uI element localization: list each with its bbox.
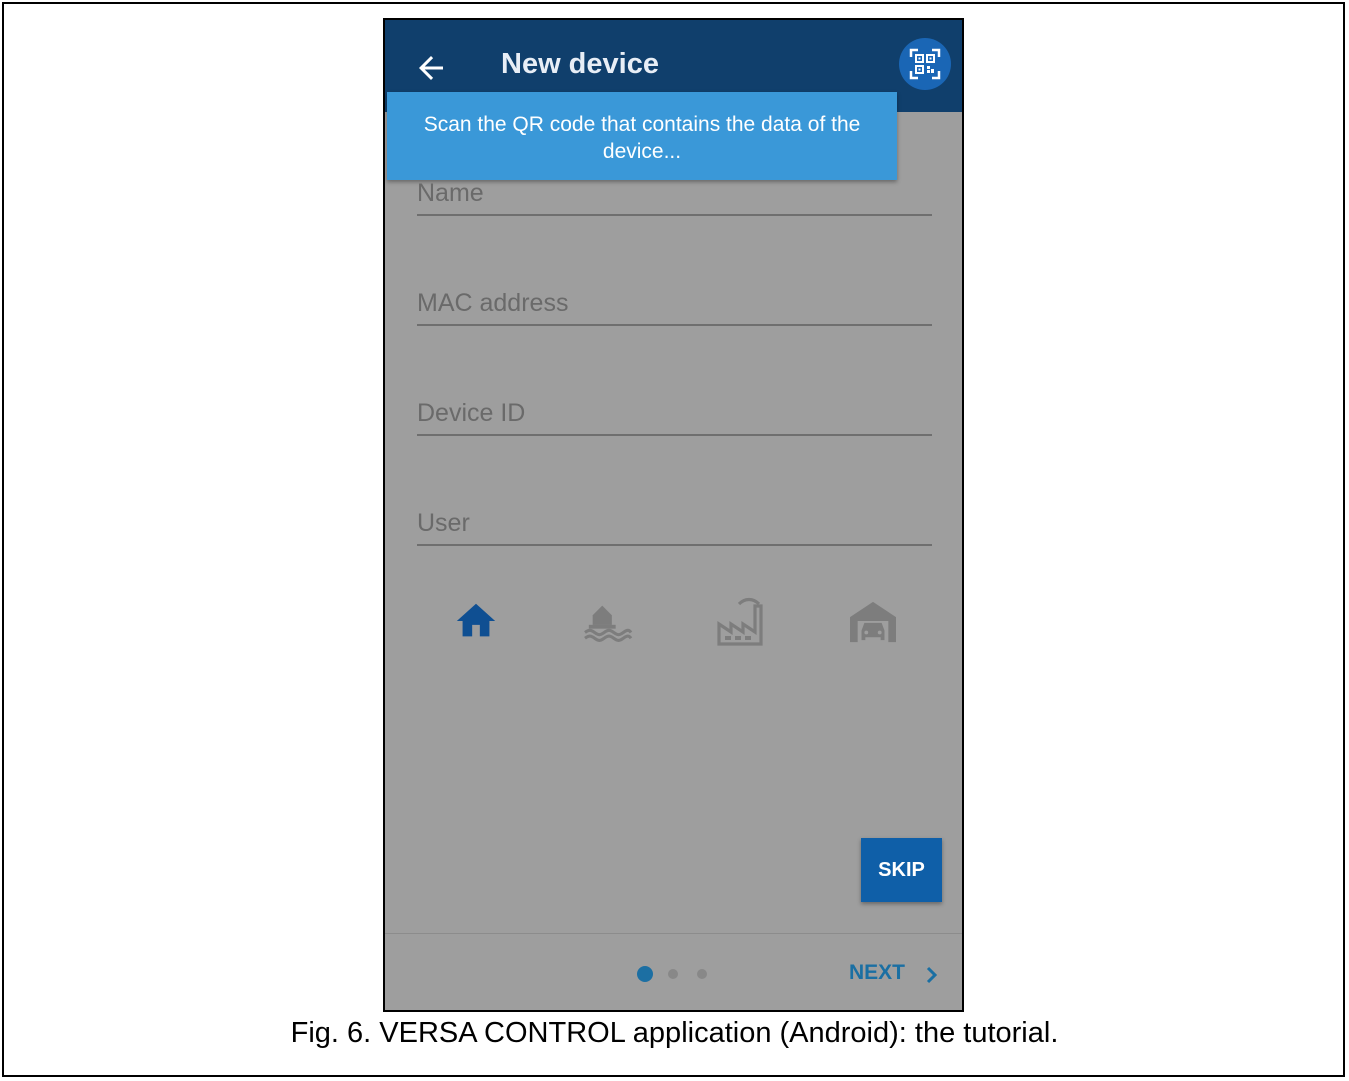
arrow-left-icon[interactable]	[413, 50, 449, 86]
mac-address-field-label: MAC address	[417, 289, 569, 317]
name-field-label: Name	[417, 179, 484, 207]
phone-screen: New device Scan the QR code that contain…	[383, 18, 964, 1012]
garage-icon[interactable]	[848, 598, 898, 644]
house-by-water-icon[interactable]	[581, 598, 635, 644]
name-field[interactable]: Name	[417, 174, 932, 216]
user-field-label: User	[417, 509, 470, 537]
home-icon[interactable]	[453, 598, 499, 644]
factory-icon[interactable]	[715, 594, 767, 646]
page-indicator-dot	[668, 969, 678, 979]
page-title: New device	[501, 48, 659, 80]
tutorial-tooltip: Scan the QR code that contains the data …	[387, 92, 897, 180]
chevron-right-icon[interactable]	[925, 964, 939, 986]
skip-button[interactable]: SKIP	[861, 838, 942, 902]
page-indicator-dot	[697, 969, 707, 979]
user-field[interactable]: User	[417, 504, 932, 546]
device-id-field-label: Device ID	[417, 399, 526, 427]
device-id-field[interactable]: Device ID	[417, 394, 932, 436]
bottom-bar-divider	[385, 933, 962, 934]
mac-address-field[interactable]: MAC address	[417, 284, 932, 326]
next-button[interactable]: NEXT	[849, 961, 905, 985]
figure-caption: Fig. 6. VERSA CONTROL application (Andro…	[290, 1017, 1059, 1049]
scan-qr-button[interactable]	[899, 38, 951, 90]
qr-code-icon	[909, 48, 941, 80]
page-indicator-dot-active	[637, 966, 653, 982]
